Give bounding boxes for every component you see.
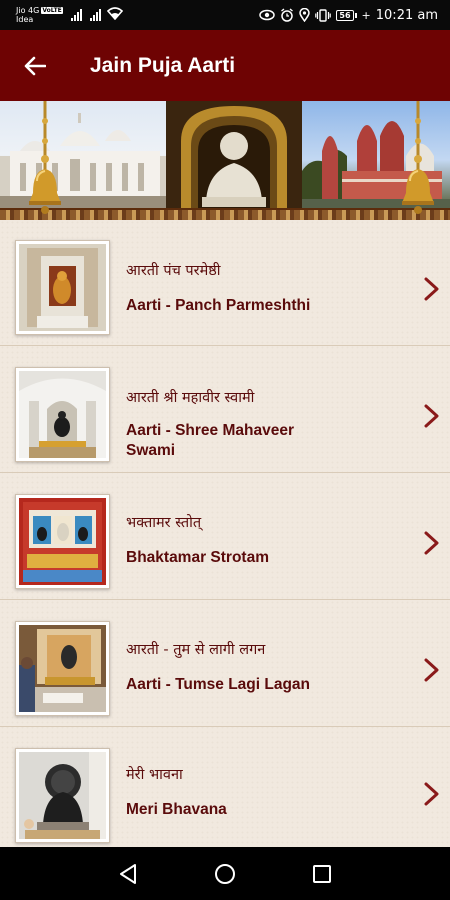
thumbnail-image <box>15 621 110 716</box>
idol-image-center <box>166 101 302 208</box>
location-icon <box>299 8 311 22</box>
status-bar: Jio 4G VoLTE Idea 56 + 10:21 am <box>0 0 450 30</box>
thumbnail-image <box>15 748 110 843</box>
bell-left-icon <box>29 101 61 214</box>
system-nav-bar <box>0 847 450 900</box>
item-title-hindi: आरती - तुम से लागी लगन <box>126 642 266 658</box>
list-item-tumse-lagi-lagan[interactable]: आरती - तुम से लागी लगन Aarti - Tumse Lag… <box>0 601 450 727</box>
nav-recents-button[interactable] <box>302 854 342 894</box>
battery-level: 56 <box>336 9 354 21</box>
thumbnail-image <box>15 367 110 462</box>
chevron-right-icon <box>424 404 439 428</box>
wifi-icon <box>106 6 123 24</box>
chevron-right-icon <box>424 277 439 301</box>
item-title-hindi: भक्तामर स्तोत् <box>126 515 202 531</box>
header-banner <box>0 101 450 220</box>
vibrate-icon <box>315 8 332 22</box>
eye-icon <box>259 9 276 21</box>
triangle-back-icon <box>120 863 137 884</box>
decorative-border <box>0 208 450 220</box>
nav-back-button[interactable] <box>108 854 148 894</box>
carrier-top: Jio 4G <box>16 6 40 15</box>
battery-icon: 56 <box>336 9 357 21</box>
signal-2-icon <box>89 9 101 21</box>
item-title-english: Aarti - Panch Parmeshthi <box>126 297 311 314</box>
charging-icon: + <box>361 8 371 22</box>
chevron-right-icon <box>424 658 439 682</box>
item-title-english: Aarti - Tumse Lagi Lagan <box>126 676 311 693</box>
alarm-icon <box>280 8 294 22</box>
chevron-right-icon <box>424 531 439 555</box>
volte-badge: VoLTE <box>41 7 63 14</box>
circle-home-icon <box>214 863 235 884</box>
signal-1-icon <box>70 9 82 21</box>
chevron-right-icon <box>424 782 439 806</box>
item-title-english: Meri Bhavana <box>126 801 227 818</box>
status-time: 10:21 am <box>375 7 438 23</box>
thumbnail-image <box>15 240 110 335</box>
arrow-left-icon <box>24 56 46 75</box>
item-title-hindi: आरती श्री महावीर स्वामी <box>126 390 255 406</box>
item-title-hindi: मेरी भावना <box>126 767 183 783</box>
thumbnail-image <box>15 494 110 589</box>
list-item-mahaveer-swami[interactable]: आरती श्री महावीर स्वामी Aarti - Shree Ma… <box>0 347 450 473</box>
carrier-bottom: Idea <box>16 15 34 24</box>
bell-right-icon <box>402 101 434 214</box>
carrier-info: Jio 4G VoLTE Idea <box>16 6 63 24</box>
item-title-english: Bhaktamar Strotam <box>126 549 269 566</box>
list-item-bhaktamar-strotam[interactable]: भक्तामर स्तोत् Bhaktamar Strotam <box>0 474 450 600</box>
list-item-meri-bhavana[interactable]: मेरी भावना Meri Bhavana <box>0 728 450 847</box>
square-recents-icon <box>312 864 331 883</box>
aarti-list[interactable]: आरती पंच परमेष्ठी Aarti - Panch Parmesht… <box>0 220 450 847</box>
nav-home-button[interactable] <box>205 854 245 894</box>
list-item-panch-parmeshthi[interactable]: आरती पंच परमेष्ठी Aarti - Panch Parmesht… <box>0 220 450 346</box>
app-title: Jain Puja Aarti <box>90 53 236 77</box>
back-button[interactable] <box>0 30 70 101</box>
item-title-english: Aarti - Shree Mahaveer Swami <box>126 422 294 459</box>
app-bar: Jain Puja Aarti <box>0 30 450 101</box>
item-title-hindi: आरती पंच परमेष्ठी <box>126 263 221 279</box>
